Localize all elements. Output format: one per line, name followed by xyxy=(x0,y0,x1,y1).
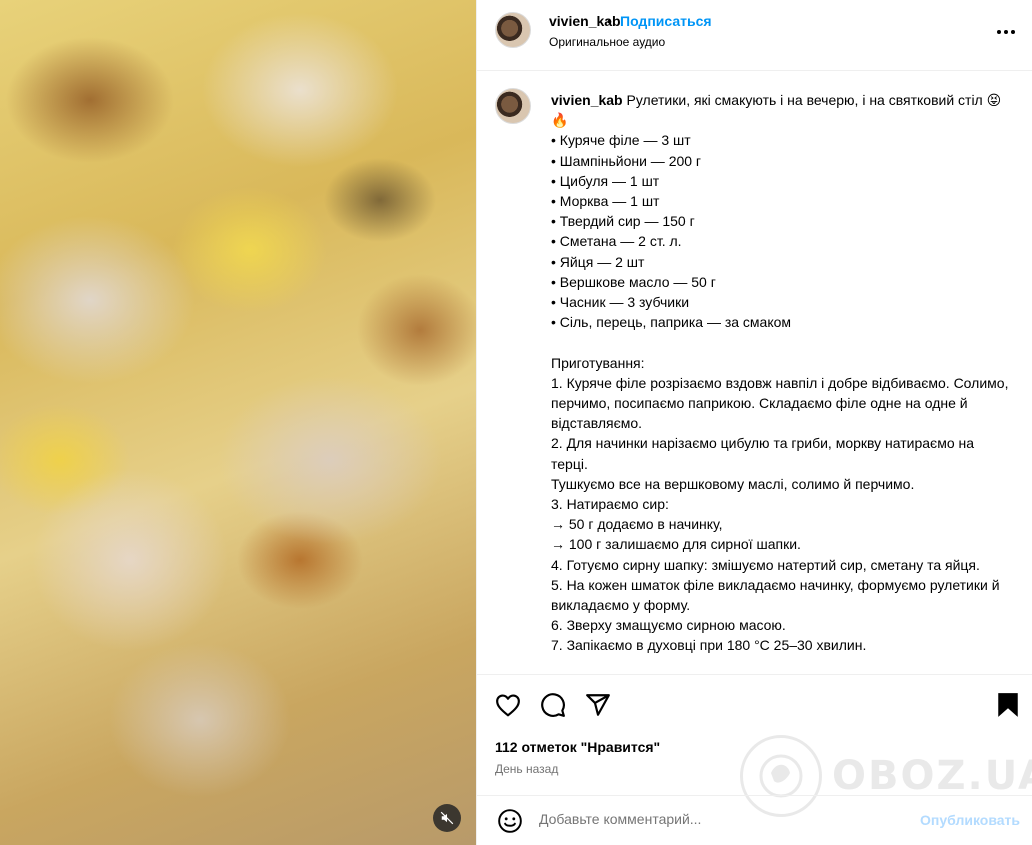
caption-line: • Яйця — 2 шт xyxy=(551,253,645,270)
caption-line: Тушкуємо все на вершковому маслі, солимо… xyxy=(551,475,915,492)
caption-area: vivien_kab Рулетики, які смакують і на в… xyxy=(477,72,1032,674)
sound-off-icon xyxy=(440,811,454,825)
header-separator: • xyxy=(607,13,612,29)
caption-avatar[interactable] xyxy=(495,88,531,124)
caption-line: • Шампіньйони — 200 г xyxy=(551,152,702,169)
avatar[interactable] xyxy=(495,12,531,48)
caption-line: 4. Готуємо сирну шапку: змішуємо натерти… xyxy=(551,556,980,573)
caption-line: • Часник — 3 зубчики xyxy=(551,294,690,311)
caption-line: • Вершкове масло — 50 г xyxy=(551,273,716,290)
post-comment-button[interactable]: Опубликовать xyxy=(920,812,1020,828)
post-header: vivien_kab Подписаться • Оригинальное ау… xyxy=(477,0,1032,71)
caption-line: 1. Куряче філе розрізаємо вздовж навпіл … xyxy=(551,374,1009,432)
caption-line: 6. Зверху змащуємо сирною масою. xyxy=(551,617,786,634)
caption-line: • Цибуля — 1 шт xyxy=(551,172,660,189)
heart-icon xyxy=(496,694,520,717)
caption-line: 3. Натираємо сир: xyxy=(551,496,669,513)
bookmark-icon xyxy=(998,693,1018,717)
comment-icon xyxy=(541,693,565,717)
watermark-text: OBOZ.UA xyxy=(832,753,1032,799)
like-button[interactable] xyxy=(494,691,522,719)
caption-username[interactable]: vivien_kab xyxy=(551,92,623,108)
caption-line: • Куряче філе — 3 шт xyxy=(551,132,691,149)
mute-button[interactable] xyxy=(433,804,461,832)
comment-input[interactable] xyxy=(539,811,879,827)
caption-line: • Твердий сир — 150 г xyxy=(551,213,695,230)
more-options-icon[interactable] xyxy=(997,28,1021,36)
caption-line: → 100 г залишаємо для сирної шапки. xyxy=(551,536,801,553)
post-media-image[interactable] xyxy=(0,0,476,845)
emoji-button[interactable] xyxy=(496,807,524,835)
follow-button[interactable]: Подписаться xyxy=(620,13,712,29)
caption-line: 5. На кожен шматок філе викладаємо начин… xyxy=(551,576,1000,614)
post-timestamp[interactable]: День назад xyxy=(495,762,558,776)
comment-button[interactable] xyxy=(539,691,567,719)
comment-bar: Опубликовать xyxy=(477,795,1032,845)
caption-line: Приготування: xyxy=(551,354,645,371)
caption-line: 7. Запікаємо в духовці при 180 °С 25–30 … xyxy=(551,637,867,654)
caption-text: vivien_kab Рулетики, які смакують і на в… xyxy=(551,90,1011,656)
caption-line: • Сіль, перець, паприка — за смаком xyxy=(551,314,792,331)
caption-line: 2. Для начинки нарізаємо цибулю та гриби… xyxy=(551,435,975,472)
caption-line: • Морква — 1 шт xyxy=(551,193,660,210)
share-icon xyxy=(586,694,610,716)
emoji-icon xyxy=(498,809,522,833)
caption-line: • Сметана — 2 ст. л. xyxy=(551,233,682,250)
audio-label[interactable]: Оригинальное аудио xyxy=(549,35,665,49)
likes-count[interactable]: 112 отметок "Нравится" xyxy=(495,739,660,755)
save-button[interactable] xyxy=(994,691,1022,719)
share-button[interactable] xyxy=(584,691,612,719)
caption-line: → 50 г додаємо в начинку, xyxy=(551,516,723,533)
caption-line: vivien_kab Рулетики, які смакують і на в… xyxy=(551,92,1002,129)
